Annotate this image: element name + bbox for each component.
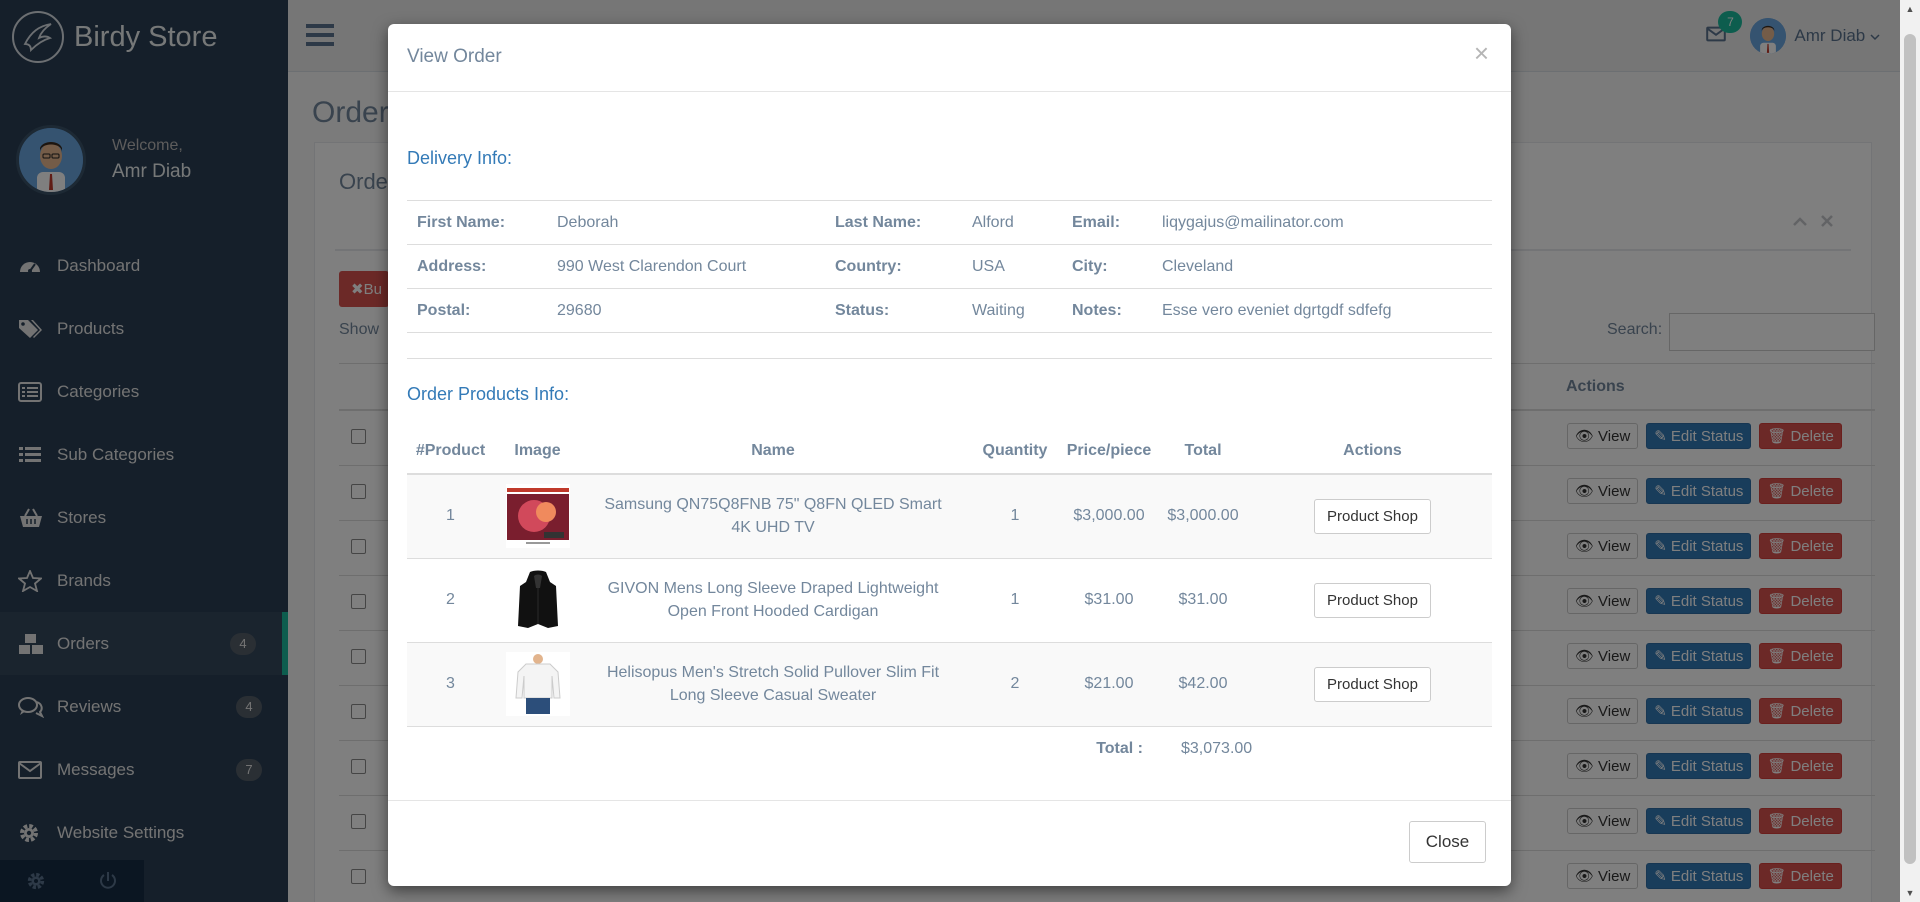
col-total: Total — [1153, 428, 1253, 475]
city-value: Cleveland — [1152, 244, 1492, 289]
col-quantity: Quantity — [965, 428, 1065, 475]
email-label: Email: — [1062, 200, 1152, 245]
status-value: Waiting — [962, 288, 1062, 333]
product-shop-button[interactable]: Product Shop — [1314, 666, 1431, 702]
product-image[interactable] — [494, 558, 581, 643]
product-image[interactable] — [494, 642, 581, 727]
page-scrollbar[interactable]: ▲ ▼ — [1900, 0, 1920, 902]
table-row: 2 GIVON Mens Long Sleeve Draped Lightwei… — [407, 558, 1492, 643]
col-price: Price/piece — [1065, 428, 1153, 475]
first-name-value: Deborah — [547, 200, 825, 245]
city-label: City: — [1062, 244, 1152, 289]
delivery-row: First Name: Deborah Last Name: Alford Em… — [407, 200, 1492, 245]
product-shop-button[interactable]: Product Shop — [1314, 498, 1431, 534]
product-qty: 1 — [965, 474, 1065, 559]
delivery-row: Address: 990 West Clarendon Court Countr… — [407, 244, 1492, 289]
product-actions: Product Shop — [1253, 474, 1492, 559]
table-row: 3 Helisopus Men's Stretch Solid Pullover… — [407, 642, 1492, 727]
modal-header: View Order × — [388, 24, 1511, 92]
col-product-num: #Product — [407, 428, 494, 475]
notes-value: Esse vero eveniet dgrtgdf sdfefg — [1152, 288, 1492, 333]
product-total: $42.00 — [1153, 642, 1253, 727]
col-name: Name — [581, 428, 965, 475]
postal-label: Postal: — [407, 288, 547, 333]
product-qty: 1 — [965, 558, 1065, 643]
modal-close-icon[interactable]: × — [1474, 40, 1489, 66]
cardigan-thumbnail-image — [505, 568, 570, 632]
product-num: 3 — [407, 642, 494, 727]
order-total-row: Total : $3,073.00 — [407, 726, 1492, 772]
product-total: $3,000.00 — [1153, 474, 1253, 559]
tv-thumbnail-image — [505, 484, 570, 549]
scroll-down-arrow-icon[interactable]: ▼ — [1900, 884, 1920, 902]
country-label: Country: — [825, 244, 962, 289]
product-name: GIVON Mens Long Sleeve Draped Lightweigh… — [581, 558, 965, 643]
email-value: liqygajus@mailinator.com — [1152, 200, 1492, 245]
first-name-label: First Name: — [407, 200, 547, 245]
country-value: USA — [962, 244, 1062, 289]
status-label: Status: — [825, 288, 962, 333]
scroll-up-arrow-icon[interactable]: ▲ — [1900, 0, 1920, 18]
product-price: $3,000.00 — [1065, 474, 1153, 559]
col-actions: Actions — [1253, 428, 1492, 475]
address-value: 990 West Clarendon Court — [547, 244, 825, 289]
product-image[interactable] — [494, 474, 581, 559]
postal-value: 29680 — [547, 288, 825, 333]
address-label: Address: — [407, 244, 547, 289]
products-header-row: #Product Image Name Quantity Price/piece… — [407, 428, 1492, 475]
delivery-info-title: Delivery Info: — [407, 148, 513, 168]
product-name: Samsung QN75Q8FNB 75" Q8FN QLED Smart 4K… — [581, 474, 965, 559]
close-button[interactable]: Close — [1409, 821, 1486, 863]
product-name: Helisopus Men's Stretch Solid Pullover S… — [581, 642, 965, 727]
last-name-value: Alford — [962, 200, 1062, 245]
product-qty: 2 — [965, 642, 1065, 727]
view-order-modal: View Order × Delivery Info: First Name: … — [388, 24, 1511, 886]
col-image: Image — [494, 428, 581, 475]
sweater-thumbnail-image — [505, 652, 570, 716]
order-total-label: Total : — [407, 726, 1153, 772]
modal-footer: Close — [388, 800, 1511, 886]
delivery-info-table: First Name: Deborah Last Name: Alford Em… — [407, 200, 1492, 333]
order-products-table: #Product Image Name Quantity Price/piece… — [407, 428, 1492, 772]
product-price: $21.00 — [1065, 642, 1153, 727]
product-total: $31.00 — [1153, 558, 1253, 643]
product-actions: Product Shop — [1253, 642, 1492, 727]
delivery-divider — [407, 358, 1492, 359]
product-price: $31.00 — [1065, 558, 1153, 643]
product-actions: Product Shop — [1253, 558, 1492, 643]
scrollbar-thumb[interactable] — [1904, 34, 1916, 864]
notes-label: Notes: — [1062, 288, 1152, 333]
last-name-label: Last Name: — [825, 200, 962, 245]
order-products-title: Order Products Info: — [407, 384, 570, 404]
delivery-row: Postal: 29680 Status: Waiting Notes: Ess… — [407, 288, 1492, 333]
product-num: 1 — [407, 474, 494, 559]
order-total-value: $3,073.00 — [1153, 726, 1492, 772]
product-num: 2 — [407, 558, 494, 643]
table-row: 1 Samsung QN75Q8FNB 75" Q8FN QLED Smart … — [407, 474, 1492, 559]
product-shop-button[interactable]: Product Shop — [1314, 582, 1431, 618]
modal-title: View Order — [407, 46, 502, 67]
